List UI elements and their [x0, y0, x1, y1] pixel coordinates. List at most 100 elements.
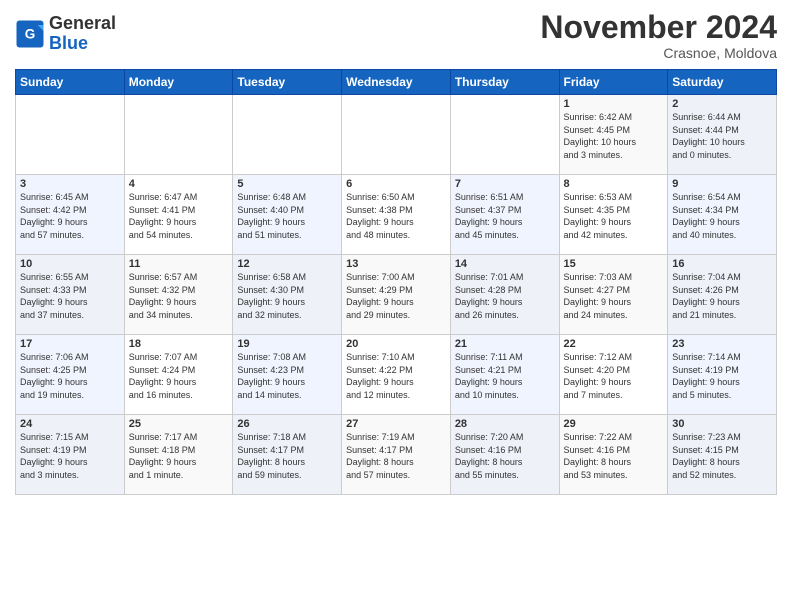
day-number: 5 — [237, 178, 337, 190]
day-info: Sunrise: 6:51 AM Sunset: 4:37 PM Dayligh… — [455, 191, 555, 241]
day-number: 10 — [20, 258, 120, 270]
day-info: Sunrise: 6:44 AM Sunset: 4:44 PM Dayligh… — [672, 111, 772, 161]
weekday-header: Friday — [559, 70, 668, 95]
day-number: 23 — [672, 338, 772, 350]
day-info: Sunrise: 6:47 AM Sunset: 4:41 PM Dayligh… — [129, 191, 229, 241]
location: Crasnoe, Moldova — [540, 45, 777, 61]
calendar-cell: 25Sunrise: 7:17 AM Sunset: 4:18 PM Dayli… — [124, 415, 233, 495]
calendar-cell: 2Sunrise: 6:44 AM Sunset: 4:44 PM Daylig… — [668, 95, 777, 175]
calendar-week-row: 17Sunrise: 7:06 AM Sunset: 4:25 PM Dayli… — [16, 335, 777, 415]
day-number: 15 — [564, 258, 664, 270]
weekday-header: Wednesday — [342, 70, 451, 95]
calendar-cell: 7Sunrise: 6:51 AM Sunset: 4:37 PM Daylig… — [450, 175, 559, 255]
calendar-cell: 27Sunrise: 7:19 AM Sunset: 4:17 PM Dayli… — [342, 415, 451, 495]
day-info: Sunrise: 6:55 AM Sunset: 4:33 PM Dayligh… — [20, 271, 120, 321]
day-info: Sunrise: 7:00 AM Sunset: 4:29 PM Dayligh… — [346, 271, 446, 321]
day-info: Sunrise: 7:08 AM Sunset: 4:23 PM Dayligh… — [237, 351, 337, 401]
calendar-cell: 3Sunrise: 6:45 AM Sunset: 4:42 PM Daylig… — [16, 175, 125, 255]
day-number: 4 — [129, 178, 229, 190]
day-info: Sunrise: 7:20 AM Sunset: 4:16 PM Dayligh… — [455, 431, 555, 481]
title-block: November 2024 Crasnoe, Moldova — [540, 10, 777, 61]
weekday-header: Saturday — [668, 70, 777, 95]
calendar-cell: 15Sunrise: 7:03 AM Sunset: 4:27 PM Dayli… — [559, 255, 668, 335]
day-number: 12 — [237, 258, 337, 270]
calendar-week-row: 10Sunrise: 6:55 AM Sunset: 4:33 PM Dayli… — [16, 255, 777, 335]
day-number: 14 — [455, 258, 555, 270]
day-number: 27 — [346, 418, 446, 430]
day-info: Sunrise: 6:57 AM Sunset: 4:32 PM Dayligh… — [129, 271, 229, 321]
calendar-cell: 14Sunrise: 7:01 AM Sunset: 4:28 PM Dayli… — [450, 255, 559, 335]
day-info: Sunrise: 7:06 AM Sunset: 4:25 PM Dayligh… — [20, 351, 120, 401]
day-info: Sunrise: 7:18 AM Sunset: 4:17 PM Dayligh… — [237, 431, 337, 481]
day-number: 24 — [20, 418, 120, 430]
logo: G General Blue — [15, 14, 116, 54]
calendar-cell: 12Sunrise: 6:58 AM Sunset: 4:30 PM Dayli… — [233, 255, 342, 335]
calendar-cell: 28Sunrise: 7:20 AM Sunset: 4:16 PM Dayli… — [450, 415, 559, 495]
day-info: Sunrise: 7:22 AM Sunset: 4:16 PM Dayligh… — [564, 431, 664, 481]
calendar-cell: 6Sunrise: 6:50 AM Sunset: 4:38 PM Daylig… — [342, 175, 451, 255]
day-number: 16 — [672, 258, 772, 270]
day-number: 11 — [129, 258, 229, 270]
weekday-header: Tuesday — [233, 70, 342, 95]
day-info: Sunrise: 6:54 AM Sunset: 4:34 PM Dayligh… — [672, 191, 772, 241]
logo-icon: G — [15, 19, 45, 49]
day-info: Sunrise: 6:42 AM Sunset: 4:45 PM Dayligh… — [564, 111, 664, 161]
calendar-cell: 29Sunrise: 7:22 AM Sunset: 4:16 PM Dayli… — [559, 415, 668, 495]
day-number: 18 — [129, 338, 229, 350]
day-info: Sunrise: 7:07 AM Sunset: 4:24 PM Dayligh… — [129, 351, 229, 401]
calendar-week-row: 3Sunrise: 6:45 AM Sunset: 4:42 PM Daylig… — [16, 175, 777, 255]
calendar-cell — [450, 95, 559, 175]
day-info: Sunrise: 6:45 AM Sunset: 4:42 PM Dayligh… — [20, 191, 120, 241]
calendar-cell: 10Sunrise: 6:55 AM Sunset: 4:33 PM Dayli… — [16, 255, 125, 335]
day-number: 2 — [672, 98, 772, 110]
day-info: Sunrise: 6:53 AM Sunset: 4:35 PM Dayligh… — [564, 191, 664, 241]
day-number: 6 — [346, 178, 446, 190]
header: G General Blue November 2024 Crasnoe, Mo… — [15, 10, 777, 61]
day-info: Sunrise: 7:19 AM Sunset: 4:17 PM Dayligh… — [346, 431, 446, 481]
calendar-week-row: 24Sunrise: 7:15 AM Sunset: 4:19 PM Dayli… — [16, 415, 777, 495]
calendar-cell: 4Sunrise: 6:47 AM Sunset: 4:41 PM Daylig… — [124, 175, 233, 255]
day-number: 20 — [346, 338, 446, 350]
day-info: Sunrise: 6:48 AM Sunset: 4:40 PM Dayligh… — [237, 191, 337, 241]
calendar-cell: 9Sunrise: 6:54 AM Sunset: 4:34 PM Daylig… — [668, 175, 777, 255]
calendar-cell — [233, 95, 342, 175]
calendar-cell: 20Sunrise: 7:10 AM Sunset: 4:22 PM Dayli… — [342, 335, 451, 415]
calendar-cell: 16Sunrise: 7:04 AM Sunset: 4:26 PM Dayli… — [668, 255, 777, 335]
day-number: 8 — [564, 178, 664, 190]
day-info: Sunrise: 7:01 AM Sunset: 4:28 PM Dayligh… — [455, 271, 555, 321]
day-number: 1 — [564, 98, 664, 110]
calendar-cell: 11Sunrise: 6:57 AM Sunset: 4:32 PM Dayli… — [124, 255, 233, 335]
day-info: Sunrise: 6:58 AM Sunset: 4:30 PM Dayligh… — [237, 271, 337, 321]
calendar-cell: 26Sunrise: 7:18 AM Sunset: 4:17 PM Dayli… — [233, 415, 342, 495]
calendar-cell — [16, 95, 125, 175]
calendar-cell: 21Sunrise: 7:11 AM Sunset: 4:21 PM Dayli… — [450, 335, 559, 415]
calendar-cell — [124, 95, 233, 175]
calendar-cell: 22Sunrise: 7:12 AM Sunset: 4:20 PM Dayli… — [559, 335, 668, 415]
day-number: 25 — [129, 418, 229, 430]
calendar-cell: 24Sunrise: 7:15 AM Sunset: 4:19 PM Dayli… — [16, 415, 125, 495]
day-info: Sunrise: 6:50 AM Sunset: 4:38 PM Dayligh… — [346, 191, 446, 241]
day-info: Sunrise: 7:03 AM Sunset: 4:27 PM Dayligh… — [564, 271, 664, 321]
day-info: Sunrise: 7:10 AM Sunset: 4:22 PM Dayligh… — [346, 351, 446, 401]
day-info: Sunrise: 7:17 AM Sunset: 4:18 PM Dayligh… — [129, 431, 229, 481]
calendar-week-row: 1Sunrise: 6:42 AM Sunset: 4:45 PM Daylig… — [16, 95, 777, 175]
day-number: 7 — [455, 178, 555, 190]
day-info: Sunrise: 7:14 AM Sunset: 4:19 PM Dayligh… — [672, 351, 772, 401]
day-number: 29 — [564, 418, 664, 430]
day-number: 9 — [672, 178, 772, 190]
header-row: SundayMondayTuesdayWednesdayThursdayFrid… — [16, 70, 777, 95]
calendar-cell: 18Sunrise: 7:07 AM Sunset: 4:24 PM Dayli… — [124, 335, 233, 415]
logo-text: General Blue — [49, 14, 116, 54]
day-number: 26 — [237, 418, 337, 430]
calendar-cell: 5Sunrise: 6:48 AM Sunset: 4:40 PM Daylig… — [233, 175, 342, 255]
calendar-cell: 17Sunrise: 7:06 AM Sunset: 4:25 PM Dayli… — [16, 335, 125, 415]
calendar-cell: 30Sunrise: 7:23 AM Sunset: 4:15 PM Dayli… — [668, 415, 777, 495]
day-number: 30 — [672, 418, 772, 430]
day-info: Sunrise: 7:15 AM Sunset: 4:19 PM Dayligh… — [20, 431, 120, 481]
page-container: G General Blue November 2024 Crasnoe, Mo… — [0, 0, 792, 505]
calendar-cell: 8Sunrise: 6:53 AM Sunset: 4:35 PM Daylig… — [559, 175, 668, 255]
calendar-cell: 23Sunrise: 7:14 AM Sunset: 4:19 PM Dayli… — [668, 335, 777, 415]
weekday-header: Sunday — [16, 70, 125, 95]
month-title: November 2024 — [540, 10, 777, 45]
day-info: Sunrise: 7:23 AM Sunset: 4:15 PM Dayligh… — [672, 431, 772, 481]
